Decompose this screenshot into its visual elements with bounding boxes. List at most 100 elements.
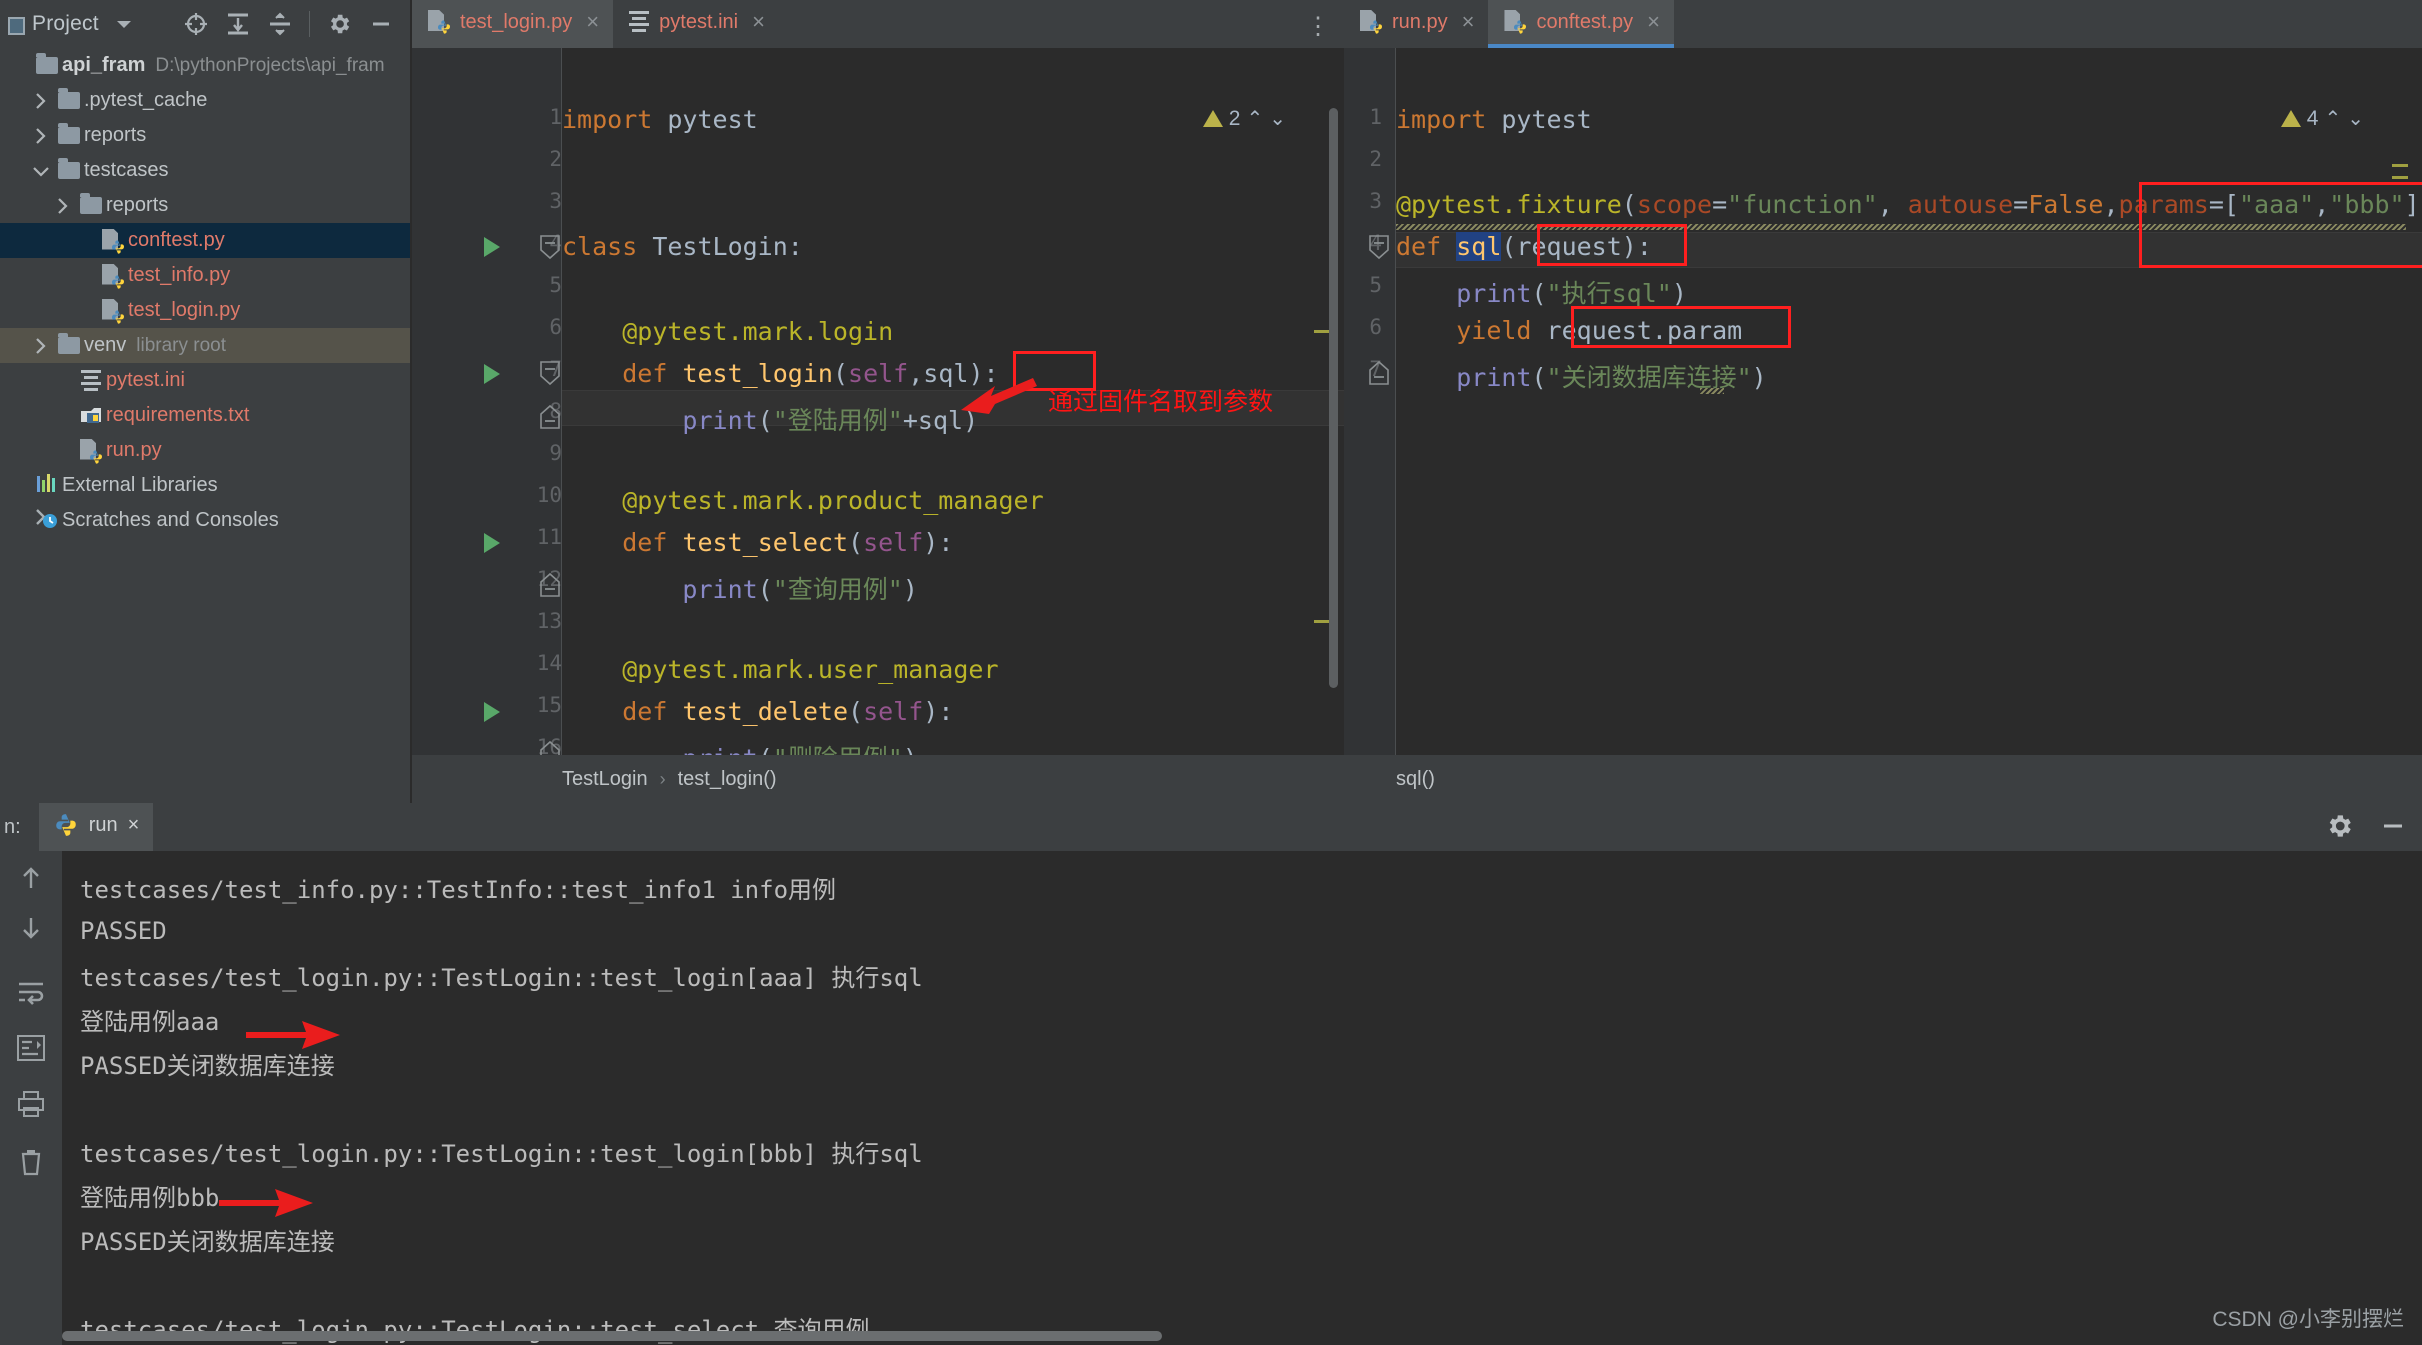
tree-item-scratches-and-consoles[interactable]: Scratches and Consoles xyxy=(0,503,410,538)
run-marker-icon[interactable] xyxy=(484,533,500,553)
locate-icon[interactable] xyxy=(175,3,217,45)
trash-icon[interactable] xyxy=(12,1143,50,1181)
close-icon[interactable]: × xyxy=(1462,9,1475,35)
collapse-all-icon[interactable] xyxy=(259,3,301,45)
chevron-down-icon[interactable]: ⌄ xyxy=(1269,106,1286,131)
tab-test-login-py[interactable]: test_login.py × xyxy=(412,0,614,48)
close-icon[interactable]: × xyxy=(752,9,765,35)
tree-item-requirements-txt[interactable]: requirements.txt xyxy=(0,398,410,433)
annotation-box-params xyxy=(2139,182,2422,268)
minimize-icon[interactable] xyxy=(2378,811,2408,846)
console-line: 登陆用例bbb xyxy=(80,1183,220,1212)
chevron-down-icon[interactable] xyxy=(28,163,54,179)
tree-item-testcases[interactable]: testcases xyxy=(0,153,410,188)
python-file-icon xyxy=(1360,10,1382,34)
tree-item-external-libraries[interactable]: External Libraries xyxy=(0,468,410,503)
folder-icon xyxy=(80,193,102,214)
python-file-icon xyxy=(80,438,102,464)
line-number: 14 xyxy=(536,651,562,675)
print-icon[interactable] xyxy=(12,1085,50,1123)
chevron-up-icon[interactable]: ⌃ xyxy=(2324,106,2341,131)
soft-wrap-icon[interactable] xyxy=(12,973,50,1011)
folder-icon xyxy=(36,53,58,74)
chevron-right-icon[interactable] xyxy=(28,336,54,356)
arrow-down-icon[interactable] xyxy=(12,909,50,947)
tab-run-py[interactable]: run.py × xyxy=(1344,0,1489,48)
tree-item--pytest-cache[interactable]: .pytest_cache xyxy=(0,83,410,118)
tree-item-label: External Libraries xyxy=(62,474,218,496)
gear-icon[interactable] xyxy=(2324,811,2354,846)
project-toolbar-icons xyxy=(175,3,402,45)
csdn-watermark: CSDN @小李别摆烂 xyxy=(2212,1308,2404,1331)
tree-item-label: testcases xyxy=(84,159,169,181)
console-horizontal-scrollbar[interactable] xyxy=(62,1331,1162,1341)
expand-all-icon[interactable] xyxy=(217,3,259,45)
breadcrumb-method[interactable]: test_login() xyxy=(678,768,777,791)
ini-file-icon xyxy=(629,11,650,33)
line-number: 9 xyxy=(549,441,562,465)
tree-item-test-info-py[interactable]: test_info.py xyxy=(0,258,410,293)
tree-item-conftest-py[interactable]: conftest.py xyxy=(0,223,410,258)
icon-wrap xyxy=(76,193,106,214)
fold-marker-icon[interactable] xyxy=(1368,234,1390,265)
icon-wrap xyxy=(32,507,62,535)
left-inspection-badge[interactable]: 2 ⌃ ⌄ xyxy=(1202,106,1286,131)
line-number: 11 xyxy=(536,525,562,549)
breadcrumb-function[interactable]: sql() xyxy=(1396,768,1435,791)
warning-triangle-icon xyxy=(1202,110,1223,127)
chevron-right-icon[interactable] xyxy=(28,91,54,111)
tree-item-pytest-ini[interactable]: pytest.ini xyxy=(0,363,410,398)
scroll-to-end-icon[interactable] xyxy=(12,1029,50,1067)
fold-end-marker-icon[interactable] xyxy=(539,572,561,603)
tree-item-label: api_fram xyxy=(62,54,146,76)
tab-conftest-py[interactable]: conftest.py × xyxy=(1488,0,1675,48)
tree-item-reports[interactable]: reports xyxy=(0,188,410,223)
icon-wrap xyxy=(98,228,128,254)
run-config-tab[interactable]: run × xyxy=(38,803,154,851)
fold-marker-icon[interactable] xyxy=(539,360,561,391)
close-icon[interactable]: × xyxy=(1647,9,1660,35)
right-inspection-badge[interactable]: 4 ⌃ ⌄ xyxy=(2280,106,2364,131)
code-line-11: def test_select(self): xyxy=(622,528,954,557)
close-icon[interactable]: × xyxy=(128,814,140,837)
tree-item-venv[interactable]: venv library root xyxy=(0,328,410,363)
close-icon[interactable]: × xyxy=(586,9,599,35)
breadcrumb-class[interactable]: TestLogin xyxy=(562,768,648,791)
chevron-up-icon[interactable]: ⌃ xyxy=(1246,106,1263,131)
fold-end-marker-icon[interactable] xyxy=(539,404,561,435)
tab-label: pytest.ini xyxy=(659,10,739,33)
arrow-up-icon[interactable] xyxy=(12,859,50,897)
run-marker-icon[interactable] xyxy=(484,237,500,257)
project-tree[interactable]: api_fram D:\pythonProjects\api_fram .pytes… xyxy=(0,48,410,803)
icon-wrap xyxy=(32,472,62,500)
left-editor-scrollbar[interactable] xyxy=(1329,108,1338,688)
chevron-right-icon[interactable] xyxy=(50,196,76,216)
tree-item-api-fram[interactable]: api_fram D:\pythonProjects\api_fram xyxy=(0,48,410,83)
tree-item-label: run.py xyxy=(106,439,162,461)
tree-item-run-py[interactable]: run.py xyxy=(0,433,410,468)
fold-marker-icon[interactable] xyxy=(539,234,561,265)
annotation-arrow-3 xyxy=(213,1184,323,1227)
run-console-output[interactable]: testcases/test_info.py::TestInfo::test_i… xyxy=(62,851,2422,1345)
run-marker-icon[interactable] xyxy=(484,702,500,722)
line-number: 6 xyxy=(1369,315,1382,339)
tree-item-reports[interactable]: reports xyxy=(0,118,410,153)
minimize-icon[interactable] xyxy=(360,3,402,45)
icon-wrap xyxy=(76,369,106,392)
fold-end-marker-icon[interactable] xyxy=(1368,360,1390,391)
tab-pytest-ini[interactable]: pytest.ini × xyxy=(613,0,779,48)
tree-item-label: venv xyxy=(84,334,127,356)
tree-item-test-login-py[interactable]: test_login.py xyxy=(0,293,410,328)
right-code-area[interactable]: 1234567 import pytest @pytest.fixture(sc… xyxy=(1344,48,2422,803)
chevron-down-icon[interactable] xyxy=(116,20,131,28)
chevron-right-icon[interactable] xyxy=(28,126,54,146)
left-code-area[interactable]: 1 2 3 4 5 6 7 8 9 10 11 12 13 14 15 16 i… xyxy=(412,48,1344,803)
chevron-down-icon[interactable]: ⌄ xyxy=(2347,106,2364,131)
run-marker-icon[interactable] xyxy=(484,364,500,384)
left-breadcrumb: TestLogin › test_login() xyxy=(412,755,1344,803)
gear-icon[interactable] xyxy=(318,3,360,45)
folder-icon xyxy=(58,333,80,354)
editor-options-kebab-icon[interactable]: ⋮ xyxy=(1306,12,1330,41)
icon-wrap xyxy=(76,438,106,464)
line-number: 13 xyxy=(536,609,562,633)
